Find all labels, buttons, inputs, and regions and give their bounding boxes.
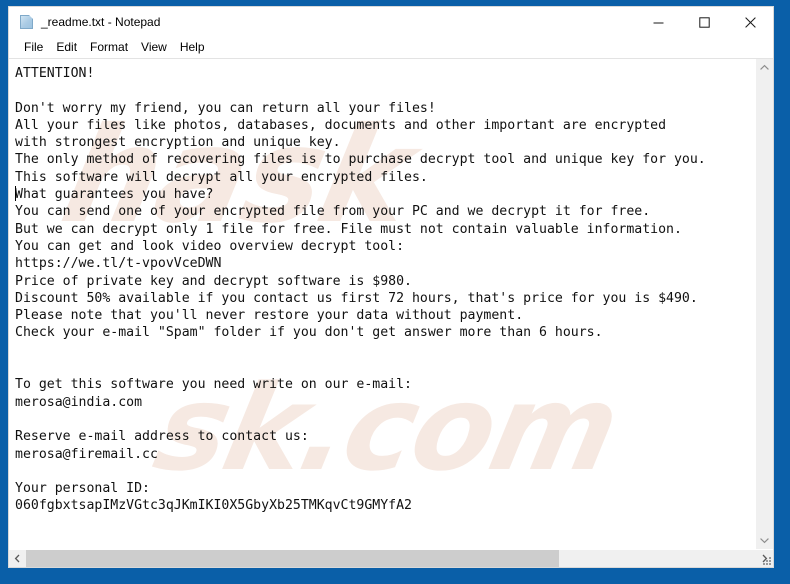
scroll-left-button[interactable] (9, 550, 26, 567)
notepad-document-icon (19, 14, 35, 30)
menu-item-help[interactable]: Help (174, 38, 212, 57)
menu-bar: File Edit Format View Help (9, 37, 773, 58)
vertical-scrollbar[interactable] (755, 59, 773, 549)
menu-item-file[interactable]: File (18, 38, 50, 57)
horizontal-scroll-thumb[interactable] (26, 550, 559, 567)
window-title: _readme.txt - Notepad (41, 15, 161, 29)
ransom-note-text: ATTENTION! Don't worry my friend, you ca… (15, 66, 706, 514)
scroll-up-button[interactable] (756, 59, 773, 76)
close-button[interactable] (727, 7, 773, 37)
notepad-window: _readme.txt - Notepad File Edit Format V… (8, 6, 774, 568)
window-controls (635, 7, 773, 37)
resize-grip[interactable] (761, 555, 772, 566)
maximize-button[interactable] (681, 7, 727, 37)
title-bar[interactable]: _readme.txt - Notepad (9, 7, 773, 37)
text-editor[interactable]: hask sk.com ATTENTION! Don't worry my fr… (9, 59, 755, 549)
text-caret (15, 186, 16, 201)
menu-item-edit[interactable]: Edit (50, 38, 84, 57)
menu-item-view[interactable]: View (135, 38, 174, 57)
horizontal-scroll-track[interactable] (26, 550, 756, 567)
horizontal-scrollbar[interactable] (9, 549, 773, 567)
menu-item-format[interactable]: Format (84, 38, 135, 57)
scroll-down-button[interactable] (756, 532, 773, 549)
minimize-button[interactable] (635, 7, 681, 37)
title-bar-left: _readme.txt - Notepad (9, 14, 635, 30)
editor-region: hask sk.com ATTENTION! Don't worry my fr… (9, 58, 773, 549)
